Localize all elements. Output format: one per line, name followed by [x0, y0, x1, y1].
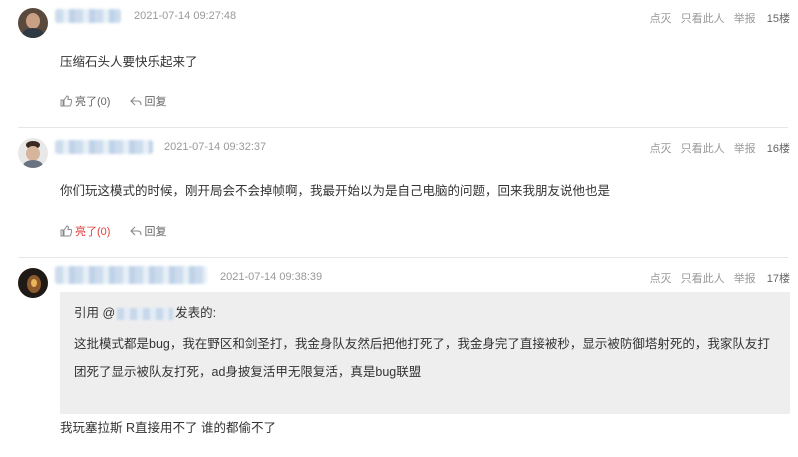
- thumb-up-icon: [60, 225, 72, 237]
- divider: [18, 257, 788, 258]
- reply-label: 回复: [144, 226, 167, 238]
- quote-block: 引用 @ 发表的: 这批模式都是bug，我在野区和剑圣打，我金身队友然后把他打死了…: [60, 292, 790, 414]
- floor-number: 17楼: [766, 273, 790, 285]
- report-link[interactable]: 举报: [734, 13, 756, 25]
- avatar[interactable]: [18, 138, 48, 168]
- post-content: 我玩塞拉斯 R直接用不了 谁的都偷不了: [60, 421, 276, 435]
- floor-number: 16楼: [766, 143, 790, 155]
- reply-arrow-icon: [129, 226, 142, 236]
- reply-arrow-icon: [129, 96, 142, 106]
- post-time: 2021-07-14 09:27:48: [134, 10, 237, 22]
- quote-suffix: 发表的:: [175, 306, 217, 320]
- divider: [18, 127, 788, 128]
- username[interactable]: [55, 9, 121, 23]
- reply-button[interactable]: 回复: [129, 223, 167, 239]
- thumb-up-icon: [60, 95, 72, 107]
- post-ops: 点灭 只看此人 举报 15楼: [644, 10, 790, 26]
- quote-header: 引用 @ 发表的:: [74, 302, 216, 321]
- flag-link[interactable]: 点灭: [650, 273, 672, 285]
- reply-button[interactable]: 回复: [129, 93, 167, 109]
- report-link[interactable]: 举报: [734, 143, 756, 155]
- like-button[interactable]: 亮了(0): [60, 93, 110, 109]
- post-content: 你们玩这模式的时候，刚开局会不会掉帧啊，我最开始以为是自己电脑的问题，回来我朋友…: [60, 184, 611, 198]
- avatar[interactable]: [18, 268, 48, 298]
- username[interactable]: [55, 140, 153, 154]
- avatar[interactable]: [18, 8, 48, 38]
- reply-label: 回复: [144, 96, 167, 108]
- floor-number: 15楼: [766, 13, 790, 25]
- post-time: 2021-07-14 09:32:37: [164, 141, 267, 153]
- only-author-link[interactable]: 只看此人: [681, 273, 725, 285]
- post-time: 2021-07-14 09:38:39: [220, 271, 323, 283]
- post-actions: 亮了(0) 回复: [60, 93, 183, 110]
- username[interactable]: [55, 266, 207, 284]
- only-author-link[interactable]: 只看此人: [681, 143, 725, 155]
- flag-link[interactable]: 点灭: [650, 143, 672, 155]
- quote-text-line: 这批模式都是bug，我在野区和剑圣打，我金身队友然后把他打死了，我金身完了直接被…: [74, 337, 770, 351]
- post-content: 压缩石头人要快乐起来了: [60, 55, 198, 69]
- post-actions: 亮了(0) 回复: [60, 223, 183, 240]
- report-link[interactable]: 举报: [734, 273, 756, 285]
- post-ops: 点灭 只看此人 举报 16楼: [644, 140, 790, 156]
- quoted-username[interactable]: [117, 307, 174, 320]
- only-author-link[interactable]: 只看此人: [681, 13, 725, 25]
- quote-text-line: 团死了显示被队友打死，ad身披复活甲无限复活，真是bug联盟: [74, 365, 422, 379]
- flag-link[interactable]: 点灭: [650, 13, 672, 25]
- like-label: 亮了(0): [75, 226, 111, 238]
- post-ops: 点灭 只看此人 举报 17楼: [644, 270, 790, 286]
- like-button[interactable]: 亮了(0): [60, 223, 110, 239]
- quote-prefix: 引用 @: [74, 306, 116, 320]
- like-label: 亮了(0): [75, 96, 111, 108]
